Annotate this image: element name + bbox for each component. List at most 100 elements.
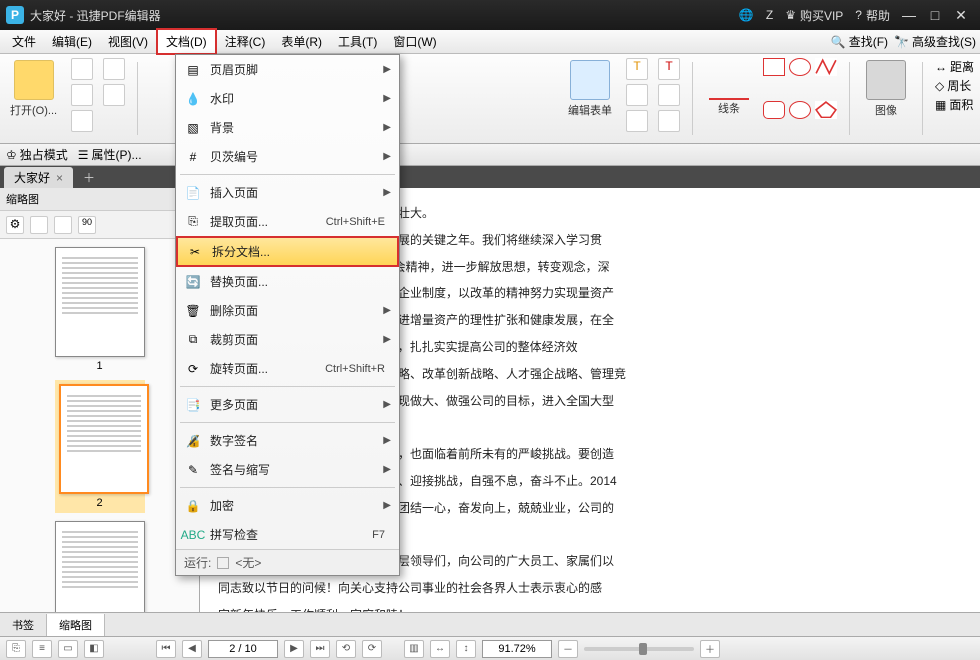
minimize-button[interactable]: — <box>896 7 922 23</box>
thumbnail-options: ⚙ 90 <box>0 211 199 239</box>
export-button[interactable] <box>71 110 93 132</box>
thumb-options-button[interactable]: ⚙ <box>6 216 24 234</box>
sb-btn-2[interactable]: ≡ <box>32 640 52 658</box>
last-page-button[interactable]: ⏭ <box>310 640 330 658</box>
tab-bookmarks[interactable]: 书签 <box>0 614 47 636</box>
first-page-button[interactable]: ⏮ <box>156 640 176 658</box>
menu-insert-pages[interactable]: 📄插入页面▶ <box>176 178 399 207</box>
redo-button[interactable] <box>103 84 125 106</box>
side-panel-tabs: 书签 缩略图 <box>0 612 980 636</box>
menu-tool[interactable]: 工具(T) <box>330 30 385 53</box>
menu-rotate-pages[interactable]: ⟳旋转页面...Ctrl+Shift+R <box>176 354 399 383</box>
menu-more-pages[interactable]: 📑更多页面▶ <box>176 390 399 419</box>
next-page-button[interactable]: ▶ <box>284 640 304 658</box>
ellipse-shape-button[interactable] <box>789 58 811 76</box>
page-number-input[interactable]: 2 / 10 <box>208 640 278 658</box>
tab-add-button[interactable]: ＋ <box>77 167 101 188</box>
user-label[interactable]: Z <box>766 8 773 22</box>
menu-run-row[interactable]: 运行:<无> <box>176 549 399 575</box>
edit-form-button[interactable] <box>570 60 610 100</box>
crown-icon: ♔ <box>6 148 17 162</box>
tab-close-icon[interactable]: × <box>56 171 63 185</box>
menu-header-footer[interactable]: ▤页眉页脚▶ <box>176 55 399 84</box>
menu-form[interactable]: 表单(R) <box>273 30 330 53</box>
menu-document[interactable]: 文档(D) <box>156 28 217 55</box>
fit-width-button[interactable]: ↔ <box>430 640 450 658</box>
area-tool-button[interactable]: ▦面积 <box>935 96 974 113</box>
menu-digital-sign[interactable]: 🔏数字签名▶ <box>176 426 399 455</box>
open-button[interactable] <box>14 60 54 100</box>
nav-back-button[interactable]: ⟲ <box>336 640 356 658</box>
highlight-tool-button[interactable] <box>626 84 648 106</box>
undo-button[interactable] <box>103 58 125 80</box>
polyline-shape-button[interactable] <box>815 58 837 76</box>
actual-size-button[interactable]: ↕ <box>456 640 476 658</box>
thumb-rotate-button[interactable]: 90 <box>78 216 96 234</box>
menu-window[interactable]: 窗口(W) <box>385 30 444 53</box>
help-button[interactable]: ?帮助 <box>855 7 890 24</box>
close-button[interactable]: ✕ <box>948 7 974 24</box>
rect-shape-button[interactable] <box>763 58 785 76</box>
menu-edit[interactable]: 编辑(E) <box>44 30 100 53</box>
submenu-arrow-icon: ▶ <box>383 151 391 162</box>
sb-btn-3[interactable]: ▭ <box>58 640 78 658</box>
image-tool-button[interactable] <box>866 60 906 100</box>
perimeter-tool-button[interactable]: ◇周长 <box>935 77 974 94</box>
menu-background[interactable]: ▧背景▶ <box>176 113 399 142</box>
polygon-shape-button[interactable] <box>815 101 837 119</box>
tab-thumbnails[interactable]: 缩略图 <box>47 614 105 636</box>
callout-button[interactable] <box>658 84 680 106</box>
thumbnail-page-2[interactable]: 2 <box>55 380 145 513</box>
menu-bates[interactable]: #贝茨编号▶ <box>176 142 399 171</box>
maximize-button[interactable]: □ <box>922 7 948 23</box>
text-tool-button[interactable]: T <box>626 58 648 80</box>
sb-btn-1[interactable]: ⎘ <box>6 640 26 658</box>
distance-tool-button[interactable]: ↔距离 <box>935 58 974 75</box>
properties-button[interactable]: ☰属性(P)... <box>78 146 142 163</box>
delete-page-icon: 🗑 <box>184 302 202 320</box>
find-button[interactable]: 🔍查找(F) <box>831 33 888 50</box>
print-button[interactable] <box>71 58 93 80</box>
fit-page-button[interactable]: ▥ <box>404 640 424 658</box>
thumb-zoom-out-button[interactable] <box>30 216 48 234</box>
thumb-zoom-in-button[interactable] <box>54 216 72 234</box>
zoom-slider[interactable] <box>584 647 694 651</box>
menu-split-document[interactable]: ✂拆分文档... <box>176 236 399 267</box>
menu-watermark[interactable]: 💧水印▶ <box>176 84 399 113</box>
menu-comment[interactable]: 注释(C) <box>217 30 274 53</box>
prev-page-button[interactable]: ◀ <box>182 640 202 658</box>
menu-encrypt[interactable]: 🔒加密▶ <box>176 491 399 520</box>
underline-tool-button[interactable] <box>626 110 648 132</box>
replace-page-icon: 🔄 <box>184 273 202 291</box>
nav-fwd-button[interactable]: ⟳ <box>362 640 382 658</box>
menu-signature[interactable]: ✎签名与缩写▶ <box>176 455 399 484</box>
menu-replace-pages[interactable]: 🔄替换页面... <box>176 267 399 296</box>
line-tool-button[interactable] <box>709 60 749 100</box>
rounded-rect-button[interactable] <box>763 101 785 119</box>
note-button[interactable] <box>658 110 680 132</box>
menu-file[interactable]: 文件 <box>4 30 44 53</box>
tab-document[interactable]: 大家好× <box>4 167 73 188</box>
run-box-icon <box>217 557 229 569</box>
thumbnail-page-3[interactable] <box>55 521 145 612</box>
zoom-input[interactable]: 91.72% <box>482 640 552 658</box>
menu-view[interactable]: 视图(V) <box>100 30 156 53</box>
thumbnail-page-1[interactable]: 1 <box>55 247 145 372</box>
menu-extract-pages[interactable]: ⎘提取页面...Ctrl+Shift+E <box>176 207 399 236</box>
globe-icon[interactable]: 🌐 <box>739 8 754 22</box>
open-group: 打开(O)... <box>6 58 61 139</box>
buy-vip-button[interactable]: ♛购买VIP <box>785 7 843 24</box>
menu-crop-pages[interactable]: ⧉裁剪页面▶ <box>176 325 399 354</box>
text-box-button[interactable]: T <box>658 58 680 80</box>
menu-spellcheck[interactable]: ABC拼写检查F7 <box>176 520 399 549</box>
advanced-find-button[interactable]: 🔭高级查找(S) <box>894 33 976 50</box>
submenu-arrow-icon: ▶ <box>383 122 391 133</box>
menu-delete-pages[interactable]: 🗑删除页面▶ <box>176 296 399 325</box>
thumbnail-list[interactable]: 1 2 <box>0 239 199 612</box>
exclusive-mode-button[interactable]: ♔独占模式 <box>6 146 68 163</box>
zoom-out-button[interactable]: － <box>558 640 578 658</box>
circle-shape-button[interactable] <box>789 101 811 119</box>
zoom-in-button[interactable]: ＋ <box>700 640 720 658</box>
save-button[interactable] <box>71 84 93 106</box>
sb-btn-4[interactable]: ◧ <box>84 640 104 658</box>
